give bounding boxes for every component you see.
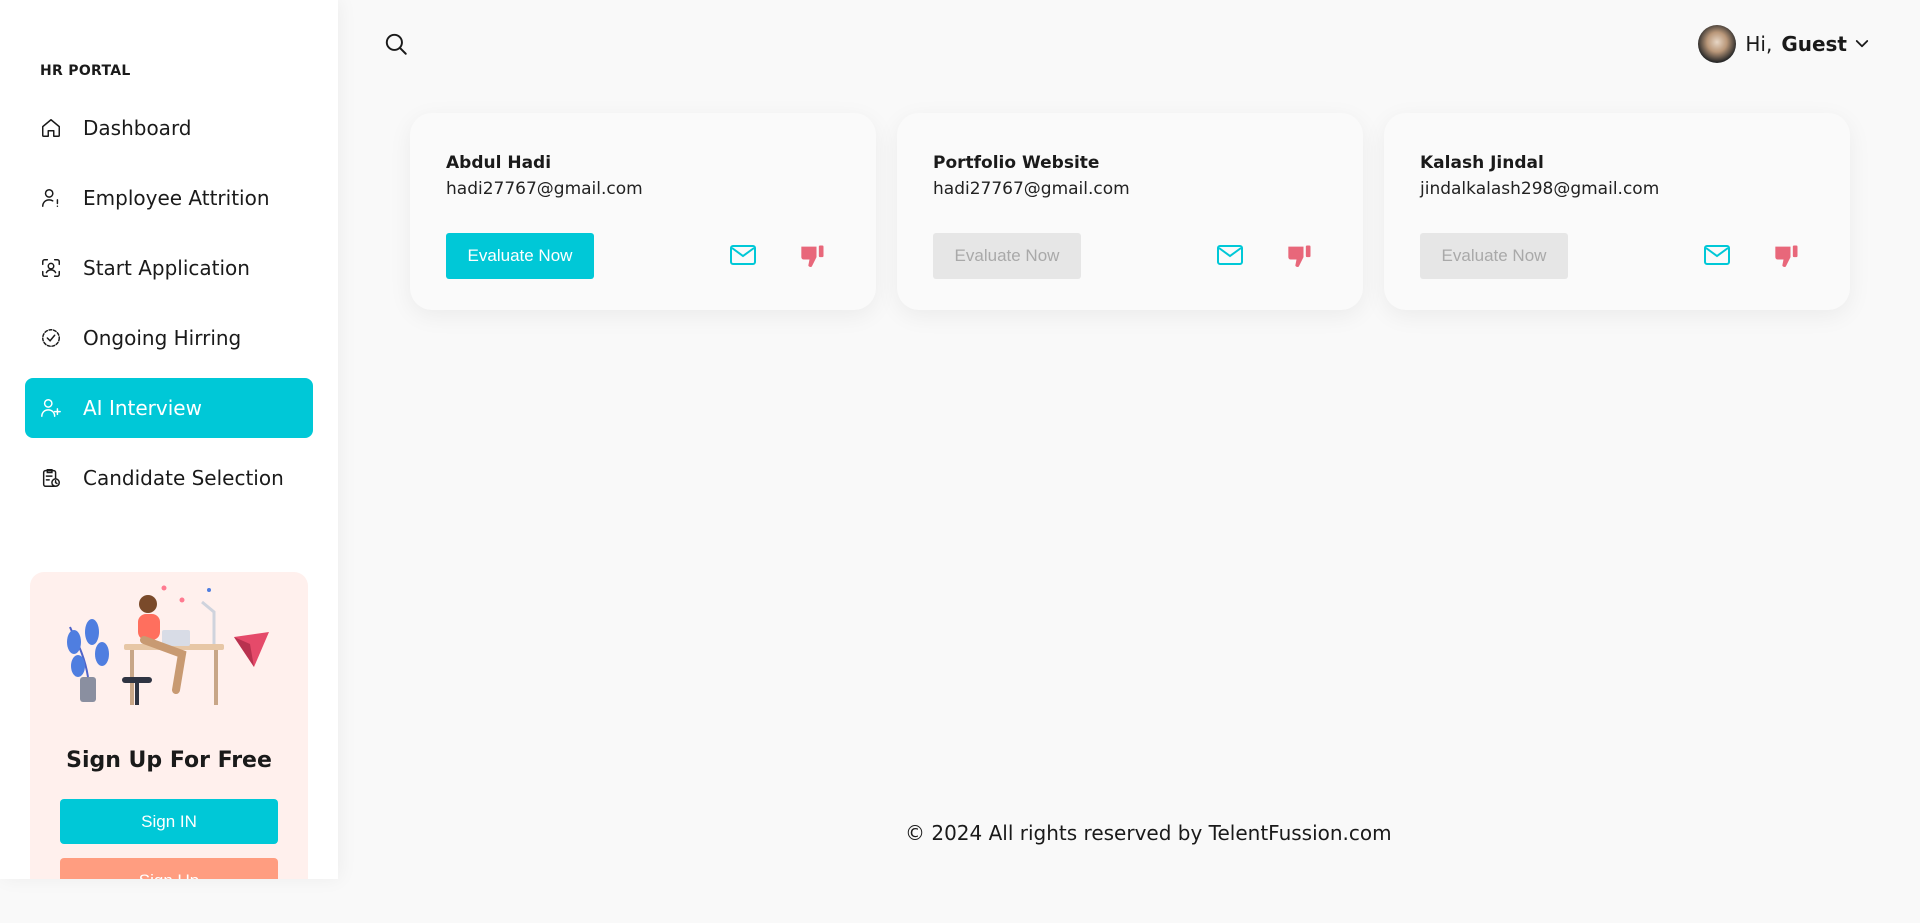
username-text: Guest: [1781, 32, 1847, 56]
candidate-card-list: Abdul Hadi hadi27767@gmail.com Evaluate …: [410, 113, 1850, 310]
sidebar-item-label: Ongoing Hirring: [83, 326, 242, 350]
user-menu[interactable]: Hi, Guest: [1698, 25, 1871, 63]
sidebar-item-label: Start Application: [83, 256, 250, 280]
face-scan-icon: [39, 256, 63, 280]
candidate-email: hadi27767@gmail.com: [933, 179, 1130, 199]
sidebar-item-start-application[interactable]: Start Application: [25, 238, 313, 298]
signup-promo-card: Sign Up For Free Sign IN Sign Up: [30, 572, 308, 879]
desk-illustration: [67, 585, 269, 705]
search-icon[interactable]: [383, 31, 409, 57]
clipboard-clock-icon: [39, 466, 63, 490]
sidebar: HR PORTAL Dashboard Employee Attrition S…: [0, 0, 338, 879]
mail-icon[interactable]: [1703, 243, 1731, 269]
sidebar-item-label: Candidate Selection: [83, 466, 284, 490]
home-icon: [39, 116, 63, 140]
brand-title: HR PORTAL: [40, 63, 131, 79]
footer-copyright: © 2024 All rights reserved by TelentFuss…: [905, 821, 1392, 845]
mail-icon[interactable]: [1216, 243, 1244, 269]
promo-title: Sign Up For Free: [66, 748, 272, 773]
sidebar-item-label: Dashboard: [83, 116, 192, 140]
thumbs-down-icon[interactable]: [1286, 242, 1314, 270]
greeting-text: Hi,: [1745, 32, 1773, 56]
circle-check-icon: [39, 326, 63, 350]
sign-up-button[interactable]: Sign Up: [60, 858, 278, 879]
sidebar-item-employee-attrition[interactable]: Employee Attrition: [25, 168, 313, 228]
candidate-card: Abdul Hadi hadi27767@gmail.com Evaluate …: [410, 113, 876, 310]
candidate-email: hadi27767@gmail.com: [446, 179, 643, 199]
avatar: [1698, 25, 1737, 63]
thumbs-down-icon[interactable]: [799, 242, 827, 270]
user-plus-icon: [39, 396, 63, 420]
candidate-name: Kalash Jindal: [1420, 153, 1544, 173]
candidate-card: Kalash Jindal jindalkalash298@gmail.com …: [1384, 113, 1850, 310]
sidebar-item-ongoing-hirring[interactable]: Ongoing Hirring: [25, 308, 313, 368]
evaluate-now-button[interactable]: Evaluate Now: [933, 233, 1081, 279]
candidate-card: Portfolio Website hadi27767@gmail.com Ev…: [897, 113, 1363, 310]
candidate-name: Portfolio Website: [933, 153, 1100, 173]
thumbs-down-icon[interactable]: [1773, 242, 1801, 270]
evaluate-now-button[interactable]: Evaluate Now: [1420, 233, 1568, 279]
mail-icon[interactable]: [729, 243, 757, 269]
sidebar-item-label: Employee Attrition: [83, 186, 270, 210]
sidebar-item-ai-interview[interactable]: AI Interview: [25, 378, 313, 438]
candidate-email: jindalkalash298@gmail.com: [1420, 179, 1660, 199]
sign-in-button[interactable]: Sign IN: [60, 799, 278, 844]
sidebar-item-label: AI Interview: [83, 396, 202, 420]
user-alert-icon: [39, 186, 63, 210]
evaluate-now-button[interactable]: Evaluate Now: [446, 233, 594, 279]
sidebar-item-candidate-selection[interactable]: Candidate Selection: [25, 448, 313, 508]
chevron-down-icon: [1855, 40, 1869, 48]
candidate-name: Abdul Hadi: [446, 153, 552, 173]
sidebar-nav: Dashboard Employee Attrition Start Appli…: [25, 98, 313, 518]
app-root: HR PORTAL Dashboard Employee Attrition S…: [0, 0, 1920, 923]
sidebar-item-dashboard[interactable]: Dashboard: [25, 98, 313, 158]
